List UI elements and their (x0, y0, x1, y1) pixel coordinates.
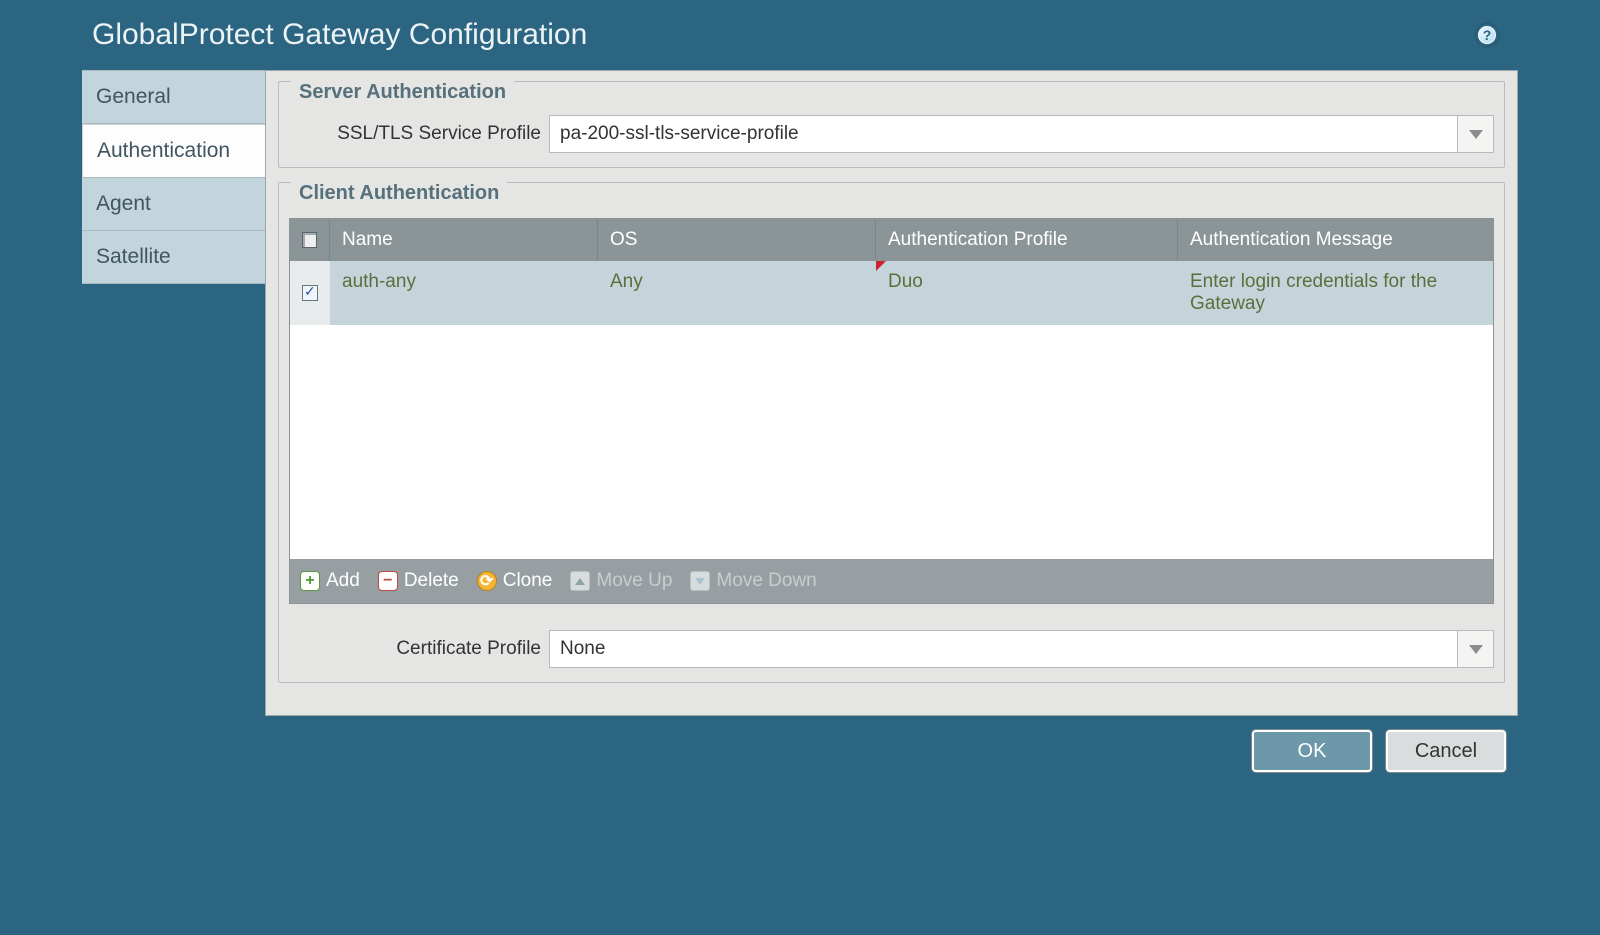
table-row[interactable]: auth-any Any Duo Enter login credentials… (290, 261, 1493, 325)
move-down-label: Move Down (716, 570, 816, 592)
input-ssl-profile[interactable] (550, 116, 1457, 152)
row-certificate-profile: Certificate Profile (289, 630, 1494, 668)
grid-body: auth-any Any Duo Enter login credentials… (290, 261, 1493, 559)
dialog-header: GlobalProtect Gateway Configuration ? (82, 0, 1518, 70)
row-ssl-profile: SSL/TLS Service Profile (289, 115, 1494, 153)
dropdown-trigger-cert[interactable] (1457, 631, 1493, 667)
checkbox-icon (302, 232, 317, 248)
legend-server-auth: Server Authentication (291, 81, 514, 104)
delete-button[interactable]: − Delete (378, 570, 459, 592)
combo-ssl-profile[interactable] (549, 115, 1494, 153)
help-icon[interactable]: ? (1476, 24, 1498, 46)
checkbox-checked-icon (302, 285, 318, 301)
combo-certificate-profile[interactable] (549, 630, 1494, 668)
tab-satellite[interactable]: Satellite (82, 231, 265, 284)
move-down-button: Move Down (690, 570, 816, 592)
ok-button[interactable]: OK (1252, 730, 1372, 772)
header-name[interactable]: Name (330, 219, 598, 261)
row-checkbox-cell[interactable] (290, 261, 330, 325)
clone-icon: ⟳ (477, 571, 497, 591)
clone-button[interactable]: ⟳ Clone (477, 570, 553, 592)
header-auth-profile[interactable]: Authentication Profile (876, 219, 1178, 261)
chevron-down-icon (1469, 645, 1483, 654)
label-certificate-profile: Certificate Profile (289, 638, 541, 660)
cell-auth-message[interactable]: Enter login credentials for the Gateway (1178, 261, 1493, 325)
cell-name[interactable]: auth-any (330, 261, 598, 325)
cancel-button[interactable]: Cancel (1386, 730, 1506, 772)
fieldset-server-auth: Server Authentication SSL/TLS Service Pr… (278, 81, 1505, 168)
header-os[interactable]: OS (598, 219, 876, 261)
grid-toolbar: + Add − Delete ⟳ Clone (290, 559, 1493, 603)
dialog-body: General Authentication Agent Satellite S… (82, 70, 1518, 716)
cell-auth-profile[interactable]: Duo (876, 261, 1178, 325)
minus-icon: − (378, 571, 398, 591)
plus-icon: + (300, 571, 320, 591)
move-up-label: Move Up (596, 570, 672, 592)
cell-auth-profile-text: Duo (888, 271, 923, 292)
chevron-down-icon (1469, 130, 1483, 139)
input-certificate-profile[interactable] (550, 631, 1457, 667)
client-auth-grid: Name OS Authentication Profile Authentic… (289, 218, 1494, 604)
tab-authentication[interactable]: Authentication (82, 124, 265, 178)
dirty-marker-icon (876, 261, 886, 271)
dialog-window: GlobalProtect Gateway Configuration ? Ge… (82, 0, 1518, 786)
tab-list: General Authentication Agent Satellite (82, 70, 265, 716)
arrow-up-icon (570, 571, 590, 591)
add-button[interactable]: + Add (300, 570, 360, 592)
add-label: Add (326, 570, 360, 592)
clone-label: Clone (503, 570, 553, 592)
header-auth-message[interactable]: Authentication Message (1178, 219, 1493, 261)
cell-os[interactable]: Any (598, 261, 876, 325)
arrow-down-icon (690, 571, 710, 591)
move-up-button: Move Up (570, 570, 672, 592)
legend-client-auth: Client Authentication (291, 182, 507, 205)
header-checkbox-col[interactable] (290, 219, 330, 261)
fieldset-client-auth: Client Authentication Name OS Authentica… (278, 182, 1505, 683)
dialog-title: GlobalProtect Gateway Configuration (92, 18, 587, 52)
grid-header: Name OS Authentication Profile Authentic… (290, 219, 1493, 261)
tab-general[interactable]: General (82, 70, 265, 124)
label-ssl-profile: SSL/TLS Service Profile (289, 123, 541, 145)
content-panel: Server Authentication SSL/TLS Service Pr… (265, 70, 1518, 716)
tab-agent[interactable]: Agent (82, 178, 265, 231)
dropdown-trigger-ssl[interactable] (1457, 116, 1493, 152)
dialog-footer: OK Cancel (82, 716, 1518, 786)
delete-label: Delete (404, 570, 459, 592)
